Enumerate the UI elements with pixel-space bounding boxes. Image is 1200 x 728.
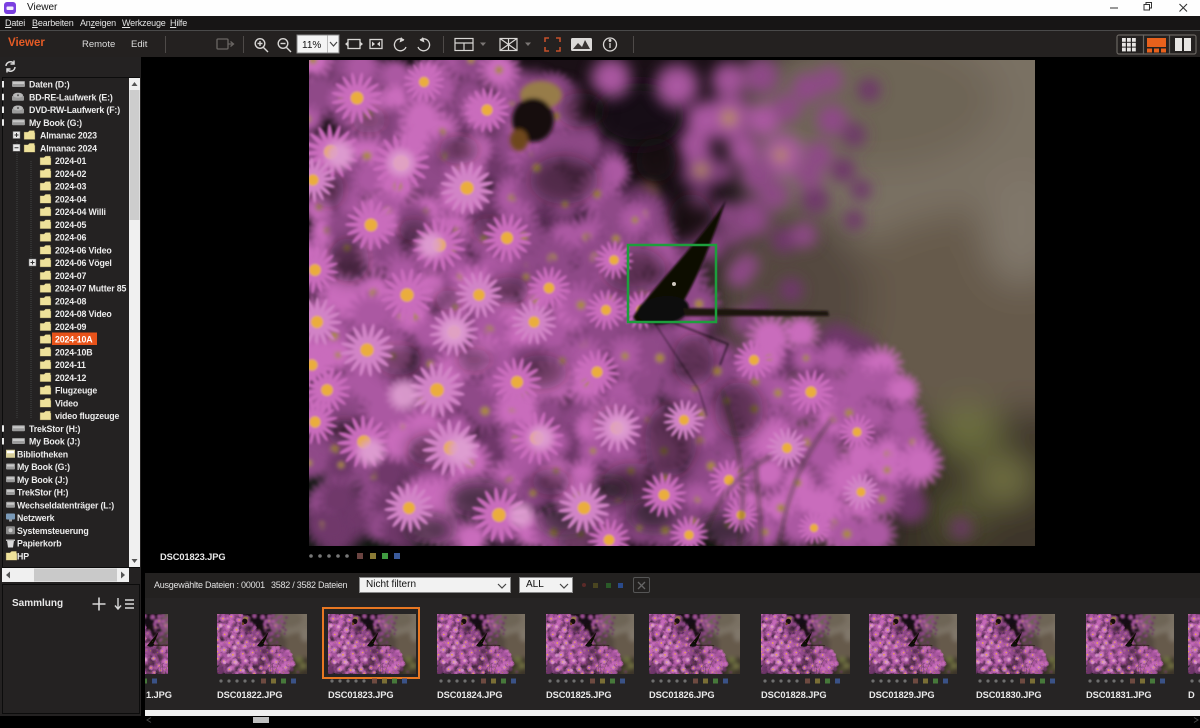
svg-text:My Book (J:): My Book (J:) [29,437,80,447]
svg-text:2024-07 Mutter 85: 2024-07 Mutter 85 [55,284,127,294]
svg-text:Netzwerk: Netzwerk [17,513,55,523]
svg-text:2024-03: 2024-03 [55,182,86,192]
svg-text:2024-05: 2024-05 [55,220,86,230]
svg-text:2024-07: 2024-07 [55,271,86,281]
svg-text:2024-10A: 2024-10A [55,335,93,345]
svg-text:HP: HP [17,551,29,561]
svg-text:Systemsteuerung: Systemsteuerung [17,526,89,536]
svg-text:2024-06 Vögel: 2024-06 Vögel [55,258,112,268]
svg-text:2024-11: 2024-11 [55,360,86,370]
svg-text:My Book (G:): My Book (G:) [17,462,70,472]
svg-text:TrekStor (H:): TrekStor (H:) [29,424,81,434]
svg-text:BD-RE-Laufwerk (E:): BD-RE-Laufwerk (E:) [29,92,113,102]
svg-text:Video: Video [55,398,79,408]
svg-text:2024-04: 2024-04 [55,194,86,204]
svg-text:DVD-RW-Laufwerk (F:): DVD-RW-Laufwerk (F:) [29,105,120,115]
svg-text:2024-04 Willi: 2024-04 Willi [55,207,106,217]
svg-text:video flugzeuge: video flugzeuge [55,411,119,421]
svg-text:2024-09: 2024-09 [55,322,86,332]
svg-text:Almanac 2024: Almanac 2024 [40,143,97,153]
svg-text:11%: 11% [302,40,321,51]
svg-text:2024-06: 2024-06 [55,233,86,243]
svg-text:2024-02: 2024-02 [55,169,86,179]
svg-text:Flugzeuge: Flugzeuge [55,386,97,396]
svg-text:Bibliotheken: Bibliotheken [17,449,68,459]
svg-text:Daten (D:): Daten (D:) [29,80,70,90]
svg-text:TrekStor (H:): TrekStor (H:) [17,488,69,498]
svg-text:Papierkorb: Papierkorb [17,539,62,549]
svg-text:2024-01: 2024-01 [55,156,86,166]
svg-text:My Book (J:): My Book (J:) [17,475,68,485]
svg-text:2024-08 Video: 2024-08 Video [55,309,112,319]
svg-text:2024-08: 2024-08 [55,296,86,306]
svg-text:2024-06 Video: 2024-06 Video [55,245,112,255]
svg-text:2024-10B: 2024-10B [55,347,92,357]
svg-text:Wechseldatenträger (L:): Wechseldatenträger (L:) [17,500,114,510]
svg-text:Almanac 2023: Almanac 2023 [40,131,97,141]
svg-text:2024-12: 2024-12 [55,373,86,383]
svg-text:My Book (G:): My Book (G:) [29,118,82,128]
